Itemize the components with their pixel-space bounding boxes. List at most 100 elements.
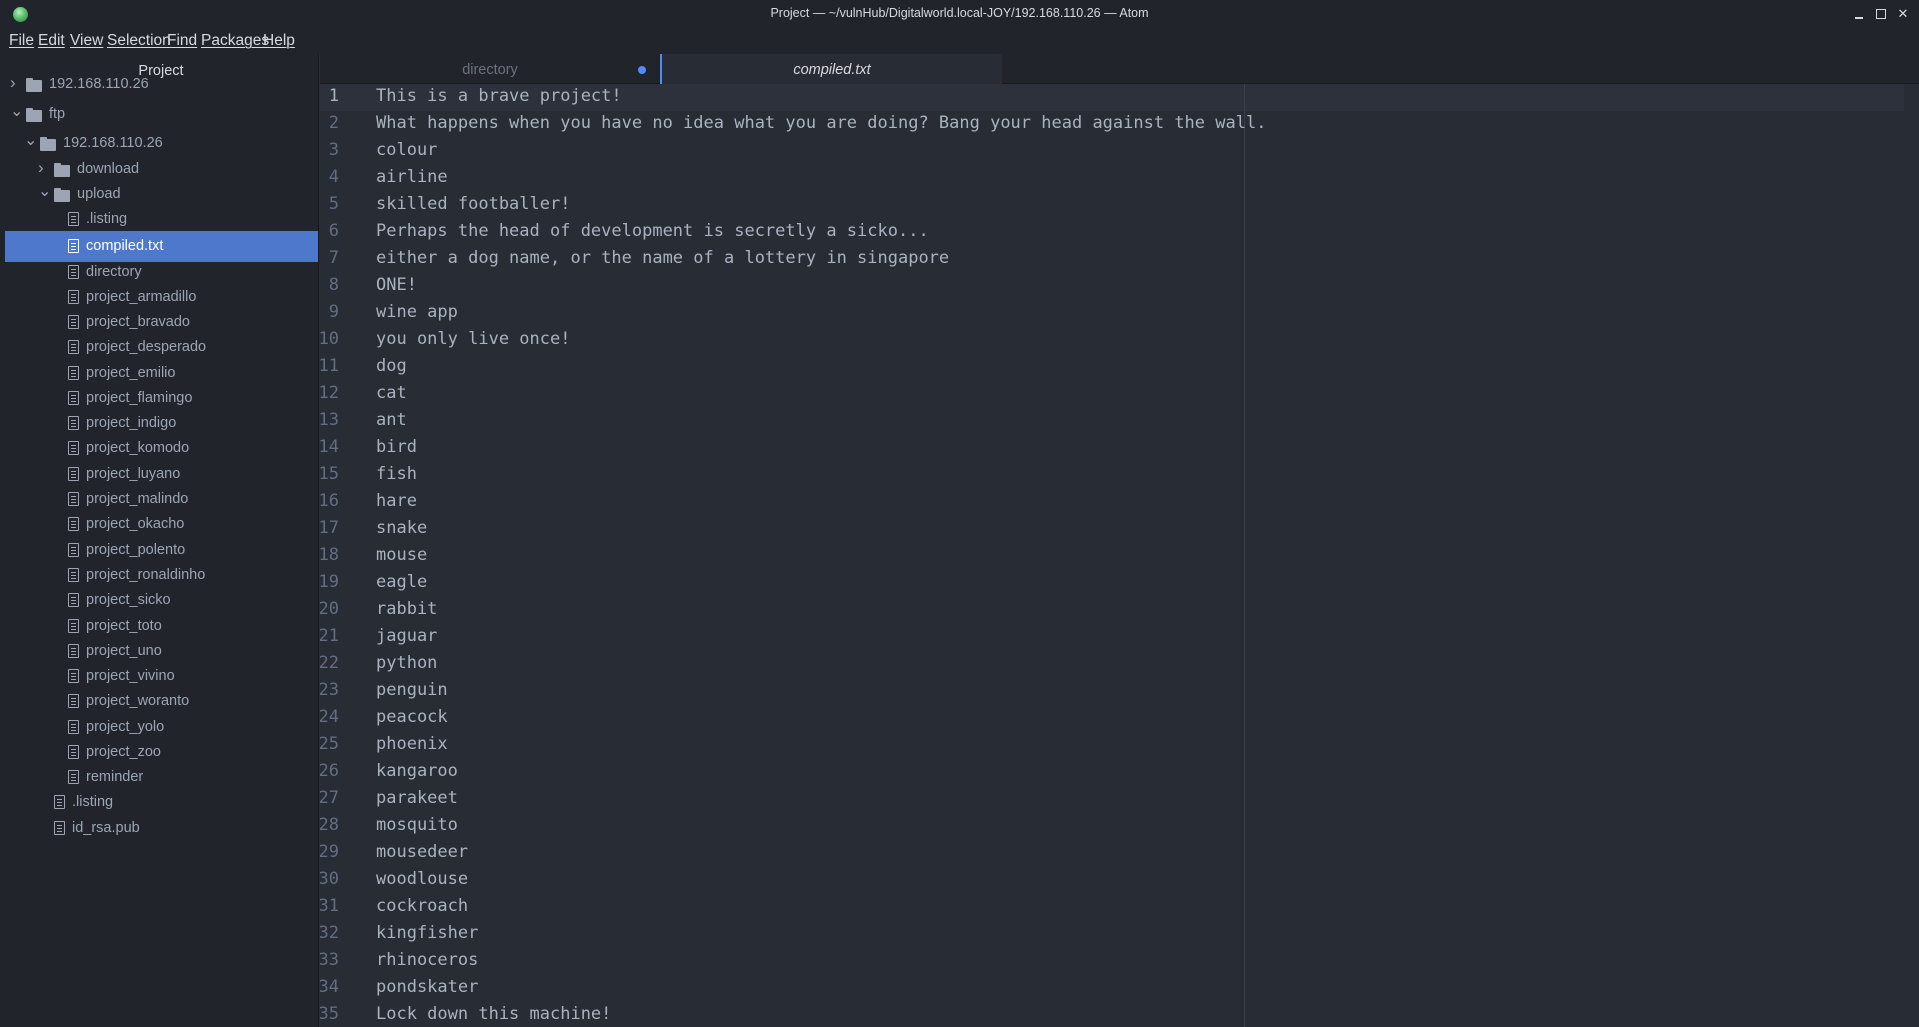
editor-line[interactable]: ONE!: [376, 275, 417, 295]
editor-line[interactable]: peacock: [376, 707, 448, 727]
editor-line[interactable]: Perhaps the head of development is secre…: [376, 221, 929, 241]
editor-line[interactable]: cat: [376, 383, 407, 403]
menu-help[interactable]: Help: [263, 32, 295, 50]
line-number[interactable]: 7: [320, 248, 339, 268]
file-text-icon: [68, 568, 79, 582]
line-number[interactable]: 9: [320, 302, 339, 322]
line-number[interactable]: 33: [320, 950, 339, 970]
text-editor[interactable]: 1 This is a brave project! 2 What happens w…: [320, 84, 1919, 1027]
editor-line[interactable]: hare: [376, 491, 417, 511]
line-number[interactable]: 8: [320, 275, 339, 295]
tree-folder-192-168-110-26[interactable]: › 192.168.110.26: [5, 69, 318, 100]
vertical-scrollbar[interactable]: [1904, 84, 1919, 1027]
editor-line[interactable]: jaguar: [376, 626, 437, 646]
editor-line[interactable]: you only live once!: [376, 329, 570, 349]
chevron-right-icon[interactable]: ›: [10, 73, 20, 92]
menu-view[interactable]: View: [70, 32, 103, 50]
editor-line[interactable]: What happens when you have no idea what …: [376, 113, 1266, 133]
editor-line[interactable]: penguin: [376, 680, 448, 700]
editor-line[interactable]: woodlouse: [376, 869, 468, 889]
line-number[interactable]: 1: [320, 86, 339, 106]
line-number[interactable]: 17: [320, 518, 339, 538]
tree-folder-ftp[interactable]: ⌄ ftp: [5, 99, 318, 130]
modified-indicator-icon[interactable]: [638, 66, 646, 74]
line-number[interactable]: 28: [320, 815, 339, 835]
editor-line[interactable]: pondskater: [376, 977, 478, 997]
menu-packages[interactable]: Packages: [201, 32, 269, 50]
tree-file-id-rsa-pub[interactable]: id_rsa.pub: [5, 813, 318, 844]
editor-line[interactable]: snake: [376, 518, 427, 538]
line-number[interactable]: 35: [320, 1004, 339, 1024]
close-button[interactable]: ✕: [1894, 5, 1912, 23]
chevron-down-icon[interactable]: ⌄: [24, 130, 37, 149]
line-number[interactable]: 10: [320, 329, 339, 349]
tab-compiled-txt[interactable]: compiled.txt: [660, 54, 1002, 85]
tree-item-label: reminder: [86, 769, 144, 785]
editor-line[interactable]: eagle: [376, 572, 427, 592]
line-number[interactable]: 2: [320, 113, 339, 133]
line-number[interactable]: 21: [320, 626, 339, 646]
editor-line[interactable]: This is a brave project!: [376, 86, 622, 106]
line-number[interactable]: 22: [320, 653, 339, 673]
line-number[interactable]: 24: [320, 707, 339, 727]
menu-edit[interactable]: Edit: [38, 32, 65, 50]
line-number[interactable]: 19: [320, 572, 339, 592]
line-number[interactable]: 6: [320, 221, 339, 241]
editor-line[interactable]: wine app: [376, 302, 458, 322]
line-number[interactable]: 13: [320, 410, 339, 430]
line-number[interactable]: 15: [320, 464, 339, 484]
editor-line[interactable]: ant: [376, 410, 407, 430]
line-number[interactable]: 27: [320, 788, 339, 808]
chevron-down-icon[interactable]: ⌄: [38, 181, 51, 200]
line-number[interactable]: 12: [320, 383, 339, 403]
editor-line[interactable]: parakeet: [376, 788, 458, 808]
editor-line[interactable]: Lock down this machine!: [376, 1004, 611, 1024]
chevron-down-icon[interactable]: ⌄: [10, 101, 23, 120]
editor-line[interactable]: mouse: [376, 545, 427, 565]
menu-file[interactable]: File: [9, 32, 34, 50]
line-number[interactable]: 11: [320, 356, 339, 376]
editor-line[interactable]: mousedeer: [376, 842, 468, 862]
maximize-button[interactable]: [1872, 5, 1890, 23]
line-number[interactable]: 26: [320, 761, 339, 781]
line-number[interactable]: 3: [320, 140, 339, 160]
editor-line[interactable]: either a dog name, or the name of a lott…: [376, 248, 949, 268]
line-number[interactable]: 5: [320, 194, 339, 214]
line-number[interactable]: 32: [320, 923, 339, 943]
editor-line[interactable]: mosquito: [376, 815, 458, 835]
editor-line[interactable]: skilled footballer!: [376, 194, 570, 214]
editor-line[interactable]: kangaroo: [376, 761, 458, 781]
editor-line[interactable]: airline: [376, 167, 448, 187]
line-number[interactable]: 34: [320, 977, 339, 997]
line-number[interactable]: 4: [320, 167, 339, 187]
chevron-right-icon[interactable]: ›: [38, 158, 48, 177]
file-text-icon: [68, 720, 79, 734]
line-number[interactable]: 20: [320, 599, 339, 619]
editor-line[interactable]: rhinoceros: [376, 950, 478, 970]
line-number[interactable]: 29: [320, 842, 339, 862]
editor-line[interactable]: rabbit: [376, 599, 437, 619]
menu-selection[interactable]: Selection: [107, 32, 171, 50]
line-number[interactable]: 30: [320, 869, 339, 889]
line-number[interactable]: 25: [320, 734, 339, 754]
menu-find[interactable]: Find: [167, 32, 197, 50]
editor-line[interactable]: phoenix: [376, 734, 448, 754]
editor-line[interactable]: fish: [376, 464, 417, 484]
minimize-button[interactable]: [1850, 5, 1868, 23]
tree-item-label: project_okacho: [86, 516, 185, 532]
editor-line[interactable]: dog: [376, 356, 407, 376]
editor-line[interactable]: bird: [376, 437, 417, 457]
editor-line[interactable]: kingfisher: [376, 923, 478, 943]
editor-line[interactable]: cockroach: [376, 896, 468, 916]
line-number[interactable]: 14: [320, 437, 339, 457]
tree-item-label: project_yolo: [86, 719, 165, 735]
line-number[interactable]: 18: [320, 545, 339, 565]
editor-line[interactable]: python: [376, 653, 437, 673]
minimize-icon: [1855, 17, 1863, 19]
line-number[interactable]: 16: [320, 491, 339, 511]
tab-directory[interactable]: directory: [320, 54, 660, 84]
editor-line[interactable]: colour: [376, 140, 437, 160]
line-number[interactable]: 23: [320, 680, 339, 700]
line-number[interactable]: 31: [320, 896, 339, 916]
file-text-icon: [68, 593, 79, 607]
